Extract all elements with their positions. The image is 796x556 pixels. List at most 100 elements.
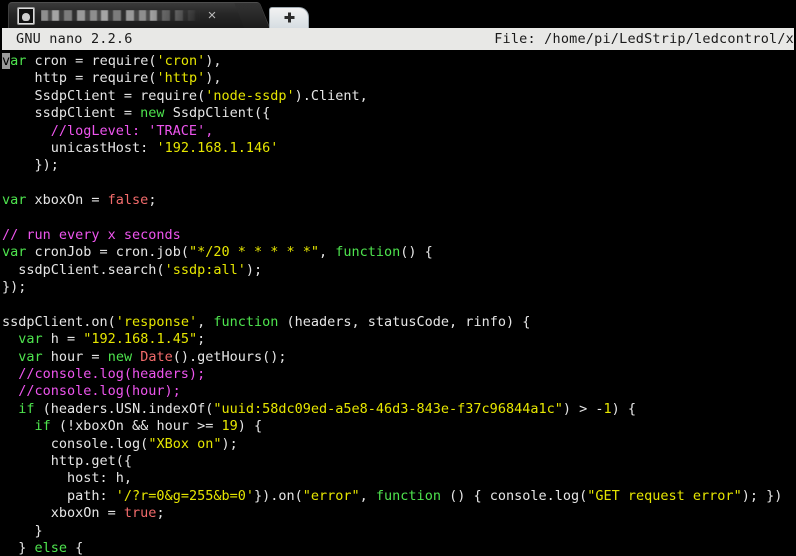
- terminal-tab[interactable]: ×: [8, 2, 253, 28]
- code-token: v: [2, 53, 10, 69]
- code-token: ),: [205, 70, 221, 86]
- code-token: ).Client,: [295, 88, 368, 104]
- code-token: ssdpClient =: [2, 105, 140, 121]
- code-token: //console.log(headers);: [2, 366, 205, 382]
- code-token: cronJob = cron.job(: [26, 244, 189, 260]
- code-token: "XBox on": [148, 436, 221, 452]
- code-token: {: [67, 540, 83, 556]
- code-token: //logLevel: 'TRACE',: [2, 123, 213, 139]
- code-token: "error": [303, 488, 360, 504]
- code-token: () { console.log(: [441, 488, 587, 504]
- code-line: if (headers.USN.indexOf("uuid:58dc09ed-a…: [2, 401, 796, 418]
- code-line: ssdpClient.on('response', function (head…: [2, 314, 796, 331]
- code-token: "GET request error": [587, 488, 741, 504]
- code-token: true: [124, 505, 157, 521]
- code-token: http.get({: [2, 453, 132, 469]
- code-line: var cron = require('cron'),: [2, 53, 796, 70]
- code-token: host: h,: [2, 470, 132, 486]
- code-token: 'response': [116, 314, 197, 330]
- code-token: console.log(: [2, 436, 148, 452]
- code-token: 'ssdp:all': [165, 262, 246, 278]
- code-token: "192.168.1.45": [83, 331, 197, 347]
- code-token: (headers.USN.indexOf(: [35, 401, 214, 417]
- code-token: }).on(: [254, 488, 303, 504]
- terminal-icon: [17, 7, 35, 25]
- code-line: });: [2, 157, 796, 174]
- code-line: ssdpClient.search('ssdp:all');: [2, 262, 796, 279]
- code-token: cron =: [26, 53, 91, 69]
- nano-file-path-label: File: /home/pi/LedStrip/ledcontrol/x: [494, 28, 794, 50]
- code-token: }: [2, 523, 43, 539]
- code-token: require(: [91, 53, 156, 69]
- code-token: });: [2, 157, 59, 173]
- code-token: path:: [2, 488, 116, 504]
- code-line: [2, 296, 796, 313]
- code-token: 1: [603, 401, 611, 417]
- code-token: );: [221, 436, 237, 452]
- code-line: xboxOn = true;: [2, 505, 796, 522]
- code-token: var: [18, 349, 42, 365]
- code-line: // run every x seconds: [2, 227, 796, 244]
- plus-icon: [282, 11, 297, 26]
- code-token: var: [18, 331, 42, 347]
- code-line: var cronJob = cron.job("*/20 * * * * *",…: [2, 244, 796, 261]
- code-token: new: [140, 105, 164, 121]
- code-token: ); }): [742, 488, 783, 504]
- code-token: unicastHost:: [2, 140, 156, 156]
- code-token: ;: [156, 505, 164, 521]
- code-token: var: [2, 244, 26, 260]
- code-token: ssdpClient.on(: [2, 314, 116, 330]
- code-line: ssdpClient = new SsdpClient({: [2, 105, 796, 122]
- code-token: [2, 331, 18, 347]
- code-token: ;: [148, 192, 156, 208]
- code-line: host: h,: [2, 470, 796, 487]
- code-token: Date: [140, 349, 173, 365]
- code-token: else: [35, 540, 68, 556]
- code-token: ar: [10, 53, 26, 69]
- nano-version-label: GNU nano 2.2.6: [2, 28, 133, 50]
- code-line: var h = "192.168.1.45";: [2, 331, 796, 348]
- code-token: hour =: [43, 349, 108, 365]
- code-token: function: [376, 488, 441, 504]
- code-token: xboxOn =: [26, 192, 107, 208]
- code-token: xboxOn =: [2, 505, 124, 521]
- code-line: SsdpClient = require('node-ssdp').Client…: [2, 88, 796, 105]
- code-token: ,: [197, 314, 213, 330]
- code-token: ().getHours();: [173, 349, 287, 365]
- code-token: [2, 418, 35, 434]
- new-tab-button[interactable]: [269, 7, 309, 28]
- code-token: );: [246, 262, 262, 278]
- code-line: //console.log(hour);: [2, 383, 796, 400]
- code-token: false: [108, 192, 149, 208]
- code-token: // run every x seconds: [2, 227, 181, 243]
- code-token: if: [35, 418, 51, 434]
- code-line: });: [2, 279, 796, 296]
- code-line: [2, 210, 796, 227]
- terminal-window: × GNU nano 2.2.6 File: /home/pi/LedStrip…: [0, 0, 796, 556]
- code-token: ) {: [612, 401, 636, 417]
- code-token: [2, 401, 18, 417]
- code-line: }: [2, 523, 796, 540]
- editor-buffer[interactable]: var cron = require('cron'), http = requi…: [0, 50, 796, 556]
- code-token: 19: [221, 418, 237, 434]
- code-token: });: [2, 279, 26, 295]
- code-token: var: [2, 192, 26, 208]
- code-line: var hour = new Date().getHours();: [2, 349, 796, 366]
- code-token: if: [18, 401, 34, 417]
- code-token: [2, 349, 18, 365]
- code-line: if (!xboxOn && hour >= 19) {: [2, 418, 796, 435]
- code-token: SsdpClient({: [165, 105, 271, 121]
- code-token: 'http': [156, 70, 205, 86]
- code-line: http.get({: [2, 453, 796, 470]
- code-token: "uuid:58dc09ed-a5e8-46d3-843e-f37c96844a…: [213, 401, 563, 417]
- code-token: ) {: [238, 418, 262, 434]
- code-token: 'cron': [156, 53, 205, 69]
- code-token: ,: [319, 244, 335, 260]
- code-line: http = require('http'),: [2, 70, 796, 87]
- code-token: ssdpClient.search(: [2, 262, 165, 278]
- close-icon[interactable]: ×: [201, 5, 223, 27]
- code-token: }: [2, 540, 35, 556]
- code-token: h =: [43, 331, 84, 347]
- code-token: () {: [400, 244, 433, 260]
- code-line: [2, 175, 796, 192]
